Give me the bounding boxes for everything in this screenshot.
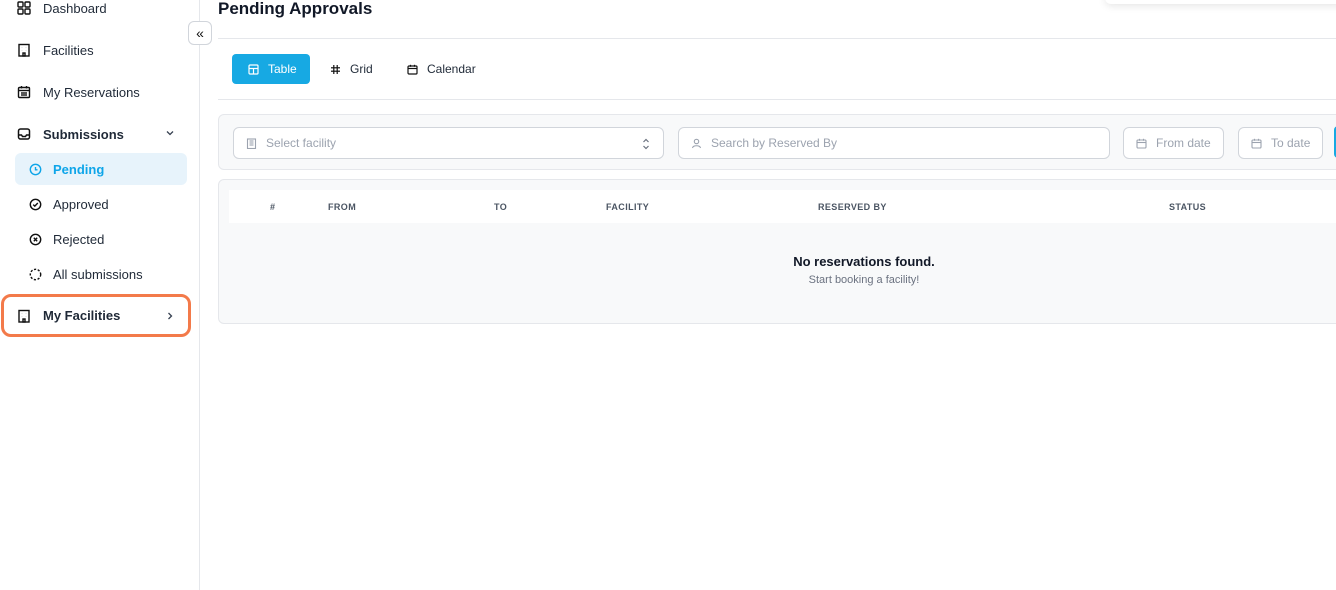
sidebar-item-label: My Facilities [43,308,121,323]
sidebar-subitem-pending[interactable]: Pending [15,153,187,185]
divider [218,99,1336,100]
tab-calendar[interactable]: Calendar [406,54,496,84]
tab-label: Table [268,62,297,76]
tab-grid[interactable]: Grid [329,54,389,84]
column-header-facility: FACILITY [606,202,650,212]
calendar-icon [1135,137,1147,149]
search-input[interactable]: Search by Reserved By [678,127,1110,159]
empty-state-subtitle: Start booking a facility! [808,274,920,286]
sidebar-subitem-label: Pending [53,161,105,177]
table-icon [247,63,259,75]
x-circle-icon [28,232,42,246]
user-icon [690,137,702,149]
chevron-down-icon [166,131,174,136]
sidebar-subitem-label: All submissions [53,266,143,282]
calendar-icon [16,84,32,100]
sidebar-item-my-reservations[interactable]: My Reservations [6,76,188,108]
inbox-icon [16,126,32,142]
dropdown-shadow [1105,0,1336,4]
sidebar-item-dashboard[interactable]: Dashboard [6,0,188,24]
sidebar-item-label: Submissions [43,126,124,142]
empty-state-title: No reservations found. [793,254,935,269]
sidebar-subitem-label: Approved [53,196,109,212]
double-chevron-left-icon: « [196,25,204,41]
column-header-status: STATUS [1169,202,1207,212]
to-date-input[interactable]: To date [1238,127,1323,159]
calendar-icon [1250,137,1262,149]
clock-icon [28,162,42,176]
sidebar-item-facilities[interactable]: Facilities [6,34,188,66]
tab-table[interactable]: Table [232,54,310,84]
sidebar-item-label: Dashboard [43,0,107,16]
sidebar-item-submissions[interactable]: Submissions [6,118,188,150]
filter-panel: Select facility Search by Reserved By Fr… [218,114,1336,170]
divider [218,38,1336,39]
from-date-input[interactable]: From date [1123,127,1224,159]
sidebar-item-label: Facilities [43,42,94,58]
sidebar-subitem-approved[interactable]: Approved [15,188,187,220]
to-date-placeholder: To date [1271,136,1311,150]
column-header-number: # [270,202,276,212]
dashed-circle-icon [28,267,42,281]
sidebar: Dashboard Facilities My Reservations Sub… [0,0,200,590]
building-icon [245,137,257,149]
page-title: Pending Approvals [218,0,373,18]
calendar-icon [406,63,418,75]
sidebar-subitem-label: Rejected [53,231,105,247]
sidebar-item-my-facilities[interactable]: My Facilities [1,294,191,337]
sidebar-item-label: My Reservations [43,84,140,100]
tab-label: Calendar [427,62,476,76]
grid-icon [329,63,341,75]
chevron-right-icon [168,312,173,320]
sidebar-subitem-rejected[interactable]: Rejected [15,223,187,255]
reservations-table: # FROM TO FACILITY RESERVED BY STATUS No… [218,179,1336,324]
dashboard-icon [16,0,32,16]
collapse-sidebar-button[interactable]: « [188,21,212,45]
sidebar-subitem-all-submissions[interactable]: All submissions [15,258,187,290]
table-header: # FROM TO FACILITY RESERVED BY STATUS [229,190,1336,223]
building-icon [16,42,32,58]
check-circle-icon [28,197,42,211]
tab-label: Grid [350,62,373,76]
search-input-placeholder: Search by Reserved By [711,136,838,150]
facility-select[interactable]: Select facility [233,127,664,159]
column-header-to: TO [494,202,508,212]
column-header-from: FROM [328,202,357,212]
from-date-placeholder: From date [1156,136,1211,150]
chevron-up-down-icon [643,138,649,150]
column-header-reserved-by: RESERVED BY [818,202,887,212]
building-icon [16,308,32,324]
facility-select-placeholder: Select facility [266,136,337,150]
